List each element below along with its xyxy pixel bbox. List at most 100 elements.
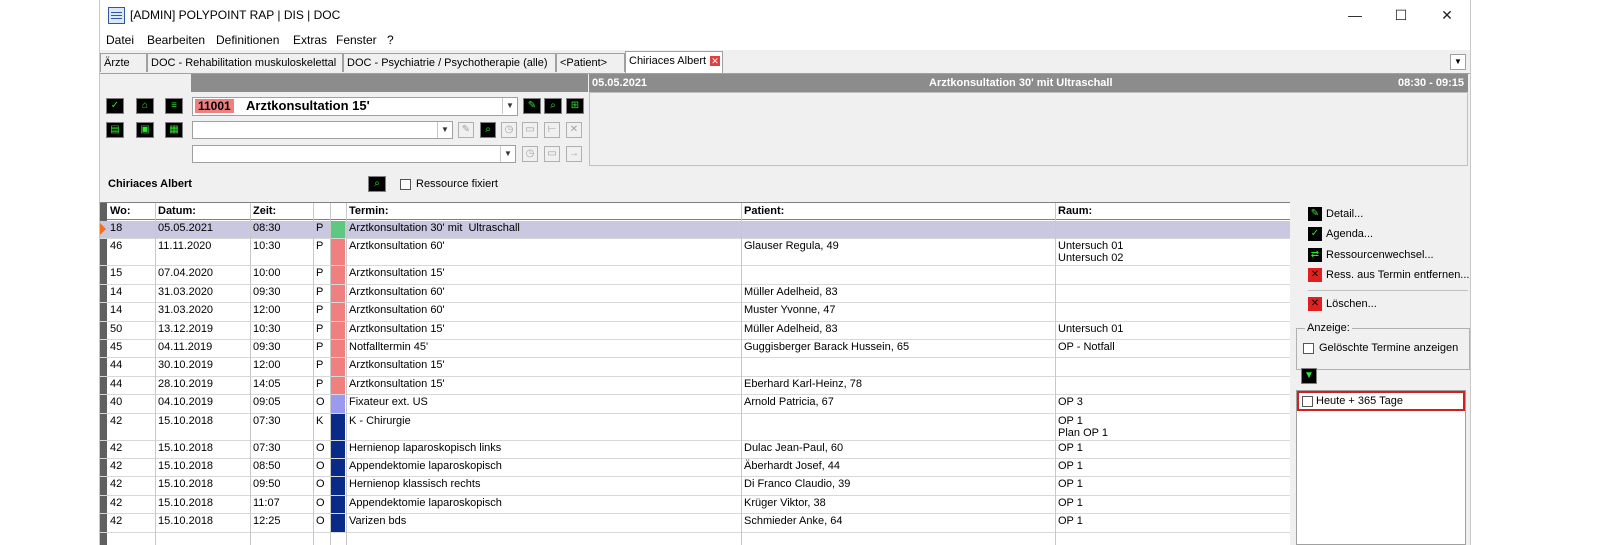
cell-termin: Arztkonsultation 15' xyxy=(349,377,445,390)
search-icon[interactable]: ⌕ xyxy=(480,122,496,138)
column-header-type[interactable] xyxy=(313,203,330,220)
chevron-down-icon[interactable]: ▼ xyxy=(437,122,452,138)
table-row[interactable]: 15 07.04.2020 10:00 P Arztkonsultation 15' xyxy=(100,266,1290,285)
search-icon[interactable]: ⌕ xyxy=(544,98,562,114)
menu-help[interactable]: ? xyxy=(387,33,394,47)
window-title: [ADMIN] POLYPOINT RAP | DIS | DOC xyxy=(130,8,341,22)
tabs-dropdown-icon[interactable]: ▼ xyxy=(1450,54,1466,70)
cell-wo: 42 xyxy=(110,515,123,528)
maximize-button[interactable]: ☐ xyxy=(1378,0,1424,30)
cell-type: P xyxy=(316,341,324,353)
table-row[interactable]: 44 30.10.2019 12:00 P Arztkonsultation 15' xyxy=(100,358,1290,377)
tab-aerzte[interactable]: Ärzte xyxy=(100,53,147,72)
secondary-select[interactable]: ▼ xyxy=(192,121,453,139)
remove-resource-label: Ress. aus Termin entfernen... xyxy=(1326,269,1470,281)
column-header-wo[interactable]: Wo: xyxy=(107,203,155,220)
filter-item-highlight[interactable]: Heute + 365 Tage xyxy=(1297,391,1465,411)
cell-type: O xyxy=(316,441,325,454)
tree-icon[interactable]: ⊞ xyxy=(566,98,584,114)
table-row[interactable]: 45 04.11.2019 09:30 P Notfalltermin 45' Guggi… xyxy=(100,340,1290,359)
cell-type: P xyxy=(316,359,324,372)
search-icon[interactable]: ⌕ xyxy=(368,176,386,192)
cell-termin: Varizen bds xyxy=(349,515,407,528)
home-icon[interactable]: ⌂ xyxy=(136,98,154,114)
menu-fenster[interactable]: Fenster xyxy=(336,33,377,47)
tab-label: Chiriaces Albert xyxy=(629,55,707,67)
table-row[interactable]: 18 05.05.2021 08:30 P Arztkonsultation 30' m… xyxy=(100,221,1290,240)
cell-wo: 42 xyxy=(110,460,123,472)
cell-termin: K - Chirurgie xyxy=(349,414,411,427)
cell-wo: 45 xyxy=(110,341,123,353)
cell-patient: Glauser Regula, 49 xyxy=(744,240,839,253)
appointment-time: 08:30 - 09:15 xyxy=(1397,77,1464,89)
table-row[interactable]: 40 04.10.2019 09:05 O Fixateur ext. US Arnold… xyxy=(100,395,1290,414)
tertiary-select[interactable]: ▼ xyxy=(192,145,516,163)
appointment-color-swatch xyxy=(331,340,345,358)
table-row[interactable]: 50 13.12.2019 10:30 P Arztkonsultation 15' Mü… xyxy=(100,321,1290,340)
cell-termin: Arztkonsultation 15' xyxy=(349,359,445,372)
cell-datum: 04.11.2019 xyxy=(158,341,213,353)
cell-zeit: 12:25 xyxy=(253,515,281,528)
column-header-color[interactable] xyxy=(330,203,346,220)
menu-bearbeiten[interactable]: Bearbeiten xyxy=(147,33,205,47)
close-button[interactable]: ✕ xyxy=(1424,0,1470,30)
column-header-raum[interactable]: Raum: xyxy=(1055,203,1290,220)
table-row[interactable]: 42 15.10.2018 09:50 O Hernienop klassisch re… xyxy=(100,477,1290,496)
appointment-date: 05.05.2021 xyxy=(592,77,648,89)
minimize-button[interactable]: — xyxy=(1332,0,1378,30)
menu-datei[interactable]: Datei xyxy=(106,33,134,47)
cell-datum: 15.10.2018 xyxy=(158,478,214,491)
cell-patient: Müller Adelheid, 83 xyxy=(744,322,838,335)
appointments-table: Wo: Datum: Zeit: Termin: Patient: Raum: … xyxy=(100,202,1290,545)
column-header-datum[interactable]: Datum: xyxy=(155,203,250,220)
cell-wo: 40 xyxy=(110,396,123,409)
appointment-color-swatch xyxy=(331,239,345,266)
tab-close-icon[interactable]: ✕ xyxy=(710,56,721,67)
chevron-down-icon[interactable]: ▼ xyxy=(500,146,515,162)
filter-icon[interactable]: ▼ xyxy=(1301,368,1317,384)
cell-termin: Appendektomie laparoskopisch xyxy=(349,460,502,472)
appointment-color-swatch xyxy=(331,459,345,477)
column-header-termin[interactable]: Termin: xyxy=(346,203,741,220)
service-select[interactable]: 11001 Arztkonsultation 15' ▼ xyxy=(192,97,518,116)
table-row[interactable]: 42 15.10.2018 12:25 O Varizen bds Schmieder A… xyxy=(100,514,1290,533)
menu-definitionen[interactable]: Definitionen xyxy=(216,33,279,47)
detail-label: Detail... xyxy=(1326,208,1364,220)
resource-fix-checkbox[interactable] xyxy=(400,179,411,190)
table-row[interactable]: 42 15.10.2018 11:07 O Appendektomie laparosk… xyxy=(100,495,1290,515)
cell-patient: Schmieder Anke, 64 xyxy=(744,515,843,528)
filter-checkbox[interactable] xyxy=(1302,396,1313,407)
column-header-zeit[interactable]: Zeit: xyxy=(250,203,313,220)
column-header-patient[interactable]: Patient: xyxy=(741,203,1055,220)
cell-type: O xyxy=(316,396,325,409)
tab-patient[interactable]: <Patient> xyxy=(556,53,625,72)
cell-wo: 44 xyxy=(110,377,123,390)
tab-psychiatrie[interactable]: DOC - Psychiatrie / Psychotherapie (alle… xyxy=(343,53,556,72)
cell-termin: Arztkonsultation 30' mit Ultraschall xyxy=(349,222,520,234)
table-row[interactable]: 14 31.03.2020 12:00 P Arztkonsultation 60' Mu… xyxy=(100,303,1290,322)
menu-extras[interactable]: Extras xyxy=(293,33,327,47)
service-name: Arztkonsultation 15' xyxy=(246,98,370,113)
tab-chiriaces-albert[interactable]: Chiriaces Albert ✕ xyxy=(625,51,723,73)
check-icon[interactable]: ✓ xyxy=(106,98,124,114)
document-icon[interactable]: ▤ xyxy=(106,122,124,138)
appointment-color-swatch xyxy=(331,321,345,339)
table-row[interactable]: 46 11.11.2020 10:30 P Arztkonsultation 60' Gl… xyxy=(100,239,1290,267)
chevron-down-icon[interactable]: ▼ xyxy=(502,98,517,114)
table-row[interactable]: 44 28.10.2019 14:05 P Arztkonsultation 15' Eb… xyxy=(100,376,1290,396)
edit-icon[interactable]: ✎ xyxy=(523,98,541,114)
table-row[interactable]: 42 15.10.2018 07:30 O Hernienop laparoskopis… xyxy=(100,440,1290,459)
stack-icon[interactable]: ▦ xyxy=(165,122,183,138)
lock-icon[interactable]: ▣ xyxy=(136,122,154,138)
list-settings-icon[interactable]: ≡ xyxy=(165,98,183,114)
tab-label: DOC - Rehabilitation muskuloskelettal xyxy=(151,57,337,69)
cell-datum: 05.05.2021 xyxy=(158,222,214,234)
title-bar: [ADMIN] POLYPOINT RAP | DIS | DOC — ☐ ✕ xyxy=(100,0,1470,30)
table-row[interactable]: 42 15.10.2018 08:50 O Appendektomie laparosk… xyxy=(100,459,1290,478)
table-row[interactable]: 42 15.10.2018 07:30 K K - Chirurgie OP 1 Plan… xyxy=(100,413,1290,441)
anzeige-title: Anzeige: xyxy=(1305,322,1352,334)
tab-rehabilitation[interactable]: DOC - Rehabilitation muskuloskelettal xyxy=(147,53,343,72)
cell-wo: 14 xyxy=(110,304,123,317)
show-deleted-checkbox[interactable] xyxy=(1303,343,1314,354)
table-row[interactable]: 14 31.03.2020 09:30 P Arztkonsultation 60' Mü… xyxy=(100,284,1290,304)
